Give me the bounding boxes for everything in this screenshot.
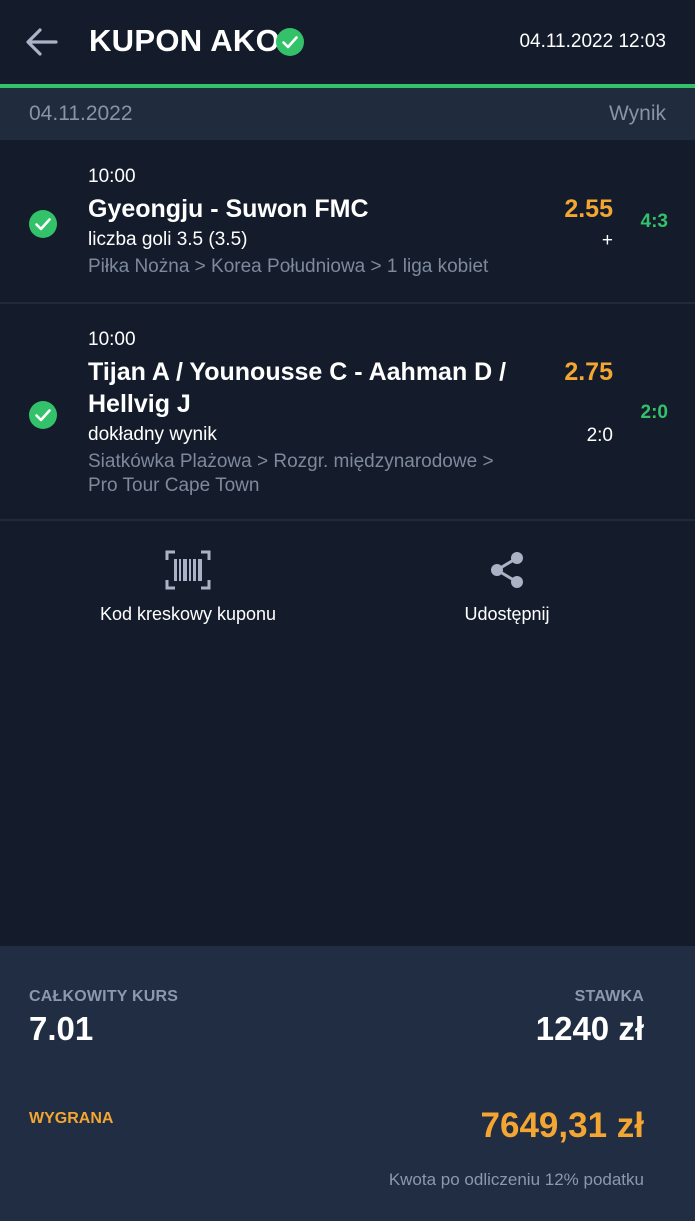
back-arrow-icon[interactable] xyxy=(22,24,60,60)
event-score: 2:0 xyxy=(640,402,668,423)
event-odds: 2.75 xyxy=(564,358,613,386)
event-market: liczba goli 3.5 (3.5) xyxy=(88,229,248,250)
won-check-icon xyxy=(29,401,57,429)
barcode-icon xyxy=(165,550,211,590)
coupon-actions: Kod kreskowy kuponu Udostępnij xyxy=(0,540,695,650)
event-pick: 2:0 xyxy=(586,425,613,446)
won-check-icon xyxy=(29,210,57,238)
page-title: KUPON AKO xyxy=(89,23,281,58)
share-label: Udostępnij xyxy=(464,604,550,624)
stake-label: STAWKA xyxy=(574,988,644,1005)
event-time: 10:00 xyxy=(88,329,136,350)
stake-value: 1240 zł xyxy=(535,1010,644,1047)
share-icon xyxy=(491,552,523,588)
win-label: WYGRANA xyxy=(29,1110,114,1127)
barcode-button[interactable]: Kod kreskowy kuponu xyxy=(38,540,338,640)
event-market: dokładny wynik xyxy=(88,424,217,445)
barcode-label: Kod kreskowy kuponu xyxy=(99,604,277,624)
event-name: Gyeongju - Suwon FMC xyxy=(88,195,369,223)
event-score: 4:3 xyxy=(640,211,668,232)
event-category-path: Piłka Nożna > Korea Południowa > 1 liga … xyxy=(88,256,489,277)
coupon-won-check-icon xyxy=(276,28,304,56)
event-row[interactable]: 10:00 Tijan A / Younousse C - Aahman D /… xyxy=(0,304,695,521)
win-amount: 7649,31 zł xyxy=(480,1106,644,1145)
total-odds-label: CAŁKOWITY KURS xyxy=(29,988,179,1005)
coupon-summary: CAŁKOWITY KURS 7.01 STAWKA 1240 zł WYGRA… xyxy=(0,946,695,1221)
event-name: Tijan A / Younousse C - Aahman D / Hellv… xyxy=(88,358,507,418)
event-category-path: Siatkówka Plażowa > Rozgr. międzynarodow… xyxy=(88,451,494,496)
event-odds: 2.55 xyxy=(564,195,613,223)
event-date: 04.11.2022 xyxy=(29,102,133,125)
event-pick: + xyxy=(601,230,613,251)
tax-note: Kwota po odliczeniu 12% podatku xyxy=(388,1170,644,1189)
result-column-label: Wynik xyxy=(609,102,666,125)
coupon-datetime: 04.11.2022 12:03 xyxy=(519,31,666,52)
total-odds-value: 7.01 xyxy=(29,1010,94,1047)
app-header: KUPON AKO 04.11.2022 12:03 xyxy=(0,0,695,84)
share-button[interactable]: Udostępnij xyxy=(357,540,657,640)
date-bar: 04.11.2022 Wynik xyxy=(0,88,695,140)
event-time: 10:00 xyxy=(88,166,136,187)
event-row[interactable]: 10:00 Gyeongju - Suwon FMC liczba goli 3… xyxy=(0,140,695,304)
